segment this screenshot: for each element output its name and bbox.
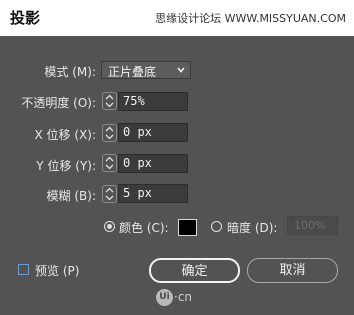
preview-label[interactable]: 预览 (P) xyxy=(35,262,79,279)
watermark-text: 思缘设计论坛 WWW.MISSYUAN.COM xyxy=(155,12,346,25)
opacity-input[interactable]: 75% xyxy=(118,92,188,111)
up-down-arrows-icon xyxy=(105,94,114,108)
cancel-button[interactable]: 取消 xyxy=(247,258,338,283)
site-logo: Ui ·cn xyxy=(156,289,192,306)
darkness-radio[interactable] xyxy=(211,221,222,232)
mode-value: 正片叠底 xyxy=(108,65,157,79)
blur-stepper[interactable] xyxy=(102,185,117,203)
opacity-label: 不透明度 (O): xyxy=(21,96,96,110)
darkness-input: 100% xyxy=(287,216,338,235)
ok-button[interactable]: 确定 xyxy=(149,258,240,283)
dialog-title: 投影 xyxy=(10,9,41,27)
x-offset-input[interactable]: 0 px xyxy=(118,123,188,142)
blur-input[interactable]: 5 px xyxy=(118,184,188,203)
logo-suffix: ·cn xyxy=(174,290,193,304)
darkness-radio-label: 暗度 (D): xyxy=(227,221,278,235)
up-down-arrows-icon xyxy=(105,126,114,140)
up-down-arrows-icon xyxy=(105,156,114,170)
x-offset-label: X 位移 (X): xyxy=(34,128,96,142)
title-bar: 投影 思缘设计论坛 WWW.MISSYUAN.COM xyxy=(0,0,354,36)
color-radio[interactable] xyxy=(104,221,115,232)
mode-label: 模式 (M): xyxy=(44,65,96,79)
up-down-arrows-icon xyxy=(105,187,114,201)
preview-checkbox[interactable] xyxy=(18,264,29,275)
mode-select[interactable]: 正片叠底 xyxy=(101,61,191,79)
x-offset-stepper[interactable] xyxy=(102,124,117,142)
chevron-down-icon xyxy=(177,67,185,73)
y-offset-label: Y 位移 (Y): xyxy=(36,159,96,173)
y-offset-input[interactable]: 0 px xyxy=(118,154,188,173)
opacity-stepper[interactable] xyxy=(102,92,117,110)
color-radio-label: 颜色 (C): xyxy=(119,221,169,235)
logo-mark: Ui xyxy=(156,289,173,306)
shadow-color-swatch[interactable] xyxy=(178,219,197,236)
blur-label: 模糊 (B): xyxy=(46,189,96,203)
y-offset-stepper[interactable] xyxy=(102,154,117,172)
